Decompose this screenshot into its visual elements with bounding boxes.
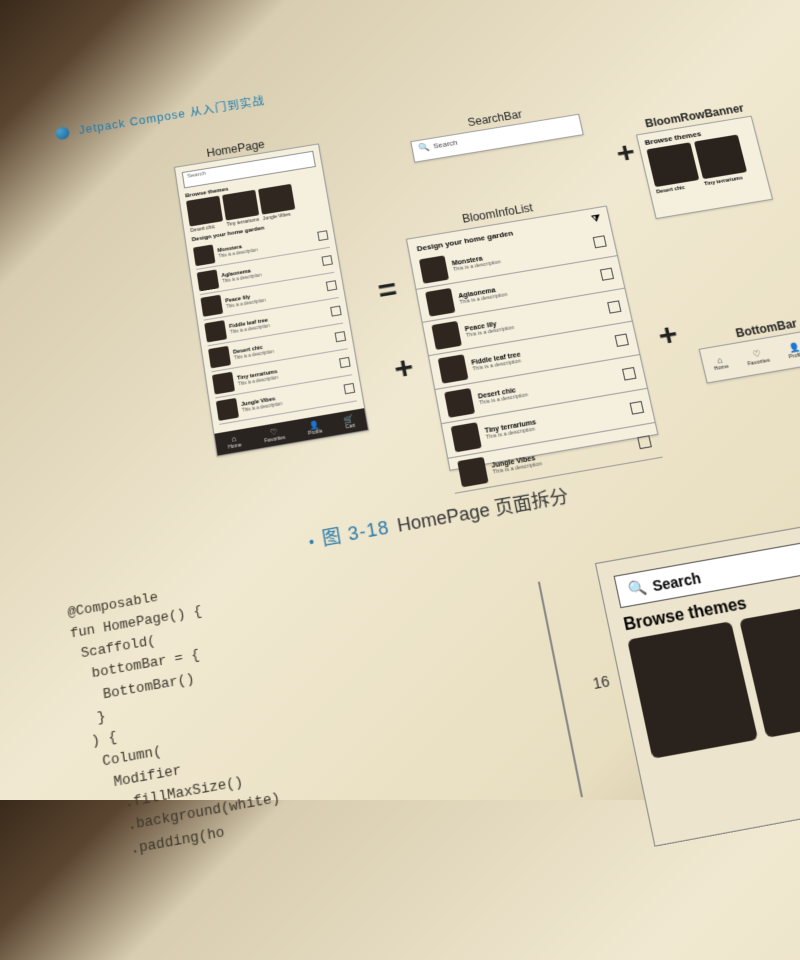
nav-item[interactable]: ⌂Home [226, 433, 242, 450]
plus-op-1: + [613, 135, 638, 171]
nav-item[interactable]: 👤Profile [785, 341, 800, 360]
filter-icon[interactable]: ⧩ [591, 213, 602, 224]
plant-thumb [438, 354, 469, 383]
nav-item[interactable]: 🛒Cart [343, 414, 356, 430]
plant-thumb [457, 457, 488, 488]
plant-thumb [419, 255, 449, 283]
book-title: Jetpack Compose 从入门到实战 [78, 93, 266, 138]
figure-caption: • 图 3-18 HomePage 页面拆分 [307, 482, 571, 554]
theme-thumb[interactable] [627, 621, 758, 759]
search-icon: 🔍 [626, 578, 648, 599]
theme-thumb[interactable] [694, 134, 747, 179]
theme-thumb[interactable] [258, 184, 295, 215]
profile-icon: 👤 [785, 341, 800, 354]
measure-value: 16 [591, 672, 611, 692]
rowbanner-mock: Browse themes Desert chic Tiny terrarium… [636, 116, 773, 219]
figure-number: 图 3-18 [320, 513, 391, 551]
search-icon: 🔍 [418, 142, 431, 154]
nav-item[interactable]: 👤Profile [306, 419, 323, 436]
code-snippet: @Composable fun HomePage() { Scaffold( b… [67, 571, 286, 867]
nav-item[interactable]: ⌂Home [711, 354, 729, 372]
plant-thumb [208, 346, 231, 369]
theme-thumb[interactable] [186, 196, 223, 227]
measure-line [538, 581, 583, 797]
plant-thumb [204, 320, 227, 342]
checkbox[interactable] [622, 367, 637, 381]
phone-preview: 🔍 Search Browse themes [595, 516, 800, 847]
checkbox[interactable] [593, 235, 607, 248]
plant-thumb [200, 295, 223, 317]
favorites-icon: ♡ [744, 347, 769, 361]
cart-icon: 🛒 [343, 414, 355, 425]
plant-thumb [212, 372, 235, 395]
nav-item[interactable]: ♡Favorites [744, 347, 770, 367]
checkbox[interactable] [343, 383, 355, 394]
plus-op-2: + [391, 349, 416, 388]
figure-text: HomePage 页面拆分 [395, 482, 571, 538]
running-header: Jetpack Compose 从入门到实战 [55, 93, 266, 142]
bloomlist-mock: Design your home garden ⧩ MonsteraThis i… [406, 206, 659, 471]
checkbox[interactable] [615, 333, 629, 346]
checkbox[interactable] [607, 300, 621, 313]
checkbox[interactable] [317, 230, 328, 241]
plant-thumb [444, 388, 475, 418]
theme-thumb[interactable] [646, 142, 699, 187]
home-icon: ⌂ [711, 354, 728, 366]
home-icon: ⌂ [226, 433, 241, 444]
plant-thumb [425, 288, 455, 317]
plant-thumb [451, 422, 482, 452]
compose-logo-icon [55, 126, 70, 141]
search-placeholder: Search [432, 138, 458, 150]
favorites-icon: ♡ [263, 425, 285, 437]
equals-op: = [375, 271, 400, 309]
checkbox[interactable] [321, 255, 332, 266]
plant-thumb [193, 244, 215, 266]
plant-thumb [216, 398, 239, 421]
theme-thumb[interactable] [222, 190, 259, 221]
plus-op-3: + [655, 316, 682, 354]
plant-thumb [431, 321, 462, 350]
plant-list: MonsteraThis is a descriptionAglaonemaTh… [193, 223, 357, 425]
homepage-mock: Search Browse themes Desert chic Tiny te… [174, 143, 369, 456]
checkbox[interactable] [339, 357, 351, 368]
checkbox[interactable] [335, 331, 347, 342]
nav-item[interactable]: ♡Favorites [263, 425, 286, 443]
plant-thumb [197, 269, 220, 291]
checkbox[interactable] [600, 268, 614, 281]
checkbox[interactable] [326, 280, 337, 291]
checkbox[interactable] [330, 306, 342, 317]
profile-icon: 👤 [306, 419, 322, 430]
checkbox[interactable] [637, 435, 652, 449]
checkbox[interactable] [630, 401, 645, 415]
